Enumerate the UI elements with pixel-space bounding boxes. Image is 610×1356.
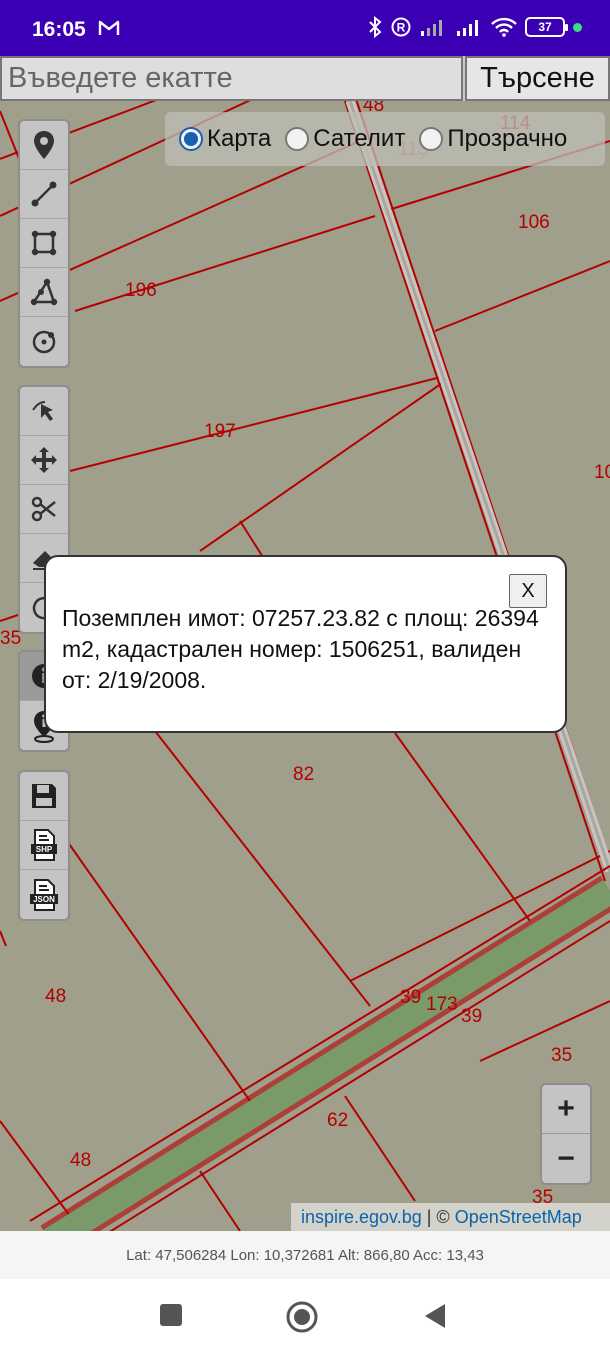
recents-icon[interactable]	[159, 1303, 183, 1327]
svg-text:SHP: SHP	[36, 845, 53, 854]
parcel-label: 173	[426, 994, 458, 1015]
export-toolbar: SHP JSON	[18, 770, 70, 921]
layer-option-map[interactable]: Карта	[179, 125, 271, 153]
svg-text:R: R	[397, 21, 406, 35]
openstreetmap-link[interactable]: OpenStreetMap	[455, 1207, 582, 1228]
json-file-icon: JSON	[30, 878, 58, 911]
zoom-out-button[interactable]: −	[542, 1134, 590, 1183]
parcel-label: 35	[0, 628, 22, 649]
parcel-label: 197	[204, 421, 236, 442]
edit-vertices-icon	[32, 401, 53, 421]
circle-icon	[32, 330, 56, 353]
scissors-icon	[31, 496, 56, 522]
inspire-link[interactable]: inspire.egov.bg	[301, 1207, 422, 1228]
rectangle-icon	[31, 230, 57, 256]
move-tool-button[interactable]	[20, 436, 68, 485]
home-icon[interactable]	[286, 1301, 318, 1333]
privacy-dot	[573, 22, 582, 32]
layer-option-satellite[interactable]: Сателит	[285, 125, 405, 153]
zoom-in-button[interactable]: +	[542, 1085, 590, 1134]
map-attribution: inspire.egov.bg | © OpenStreetMap	[291, 1203, 610, 1231]
layer-option-transparent[interactable]: Прозрачно	[419, 125, 567, 153]
search-row: Търсене	[0, 56, 610, 101]
layer-switcher: Карта Сателит Прозрачно	[165, 112, 605, 166]
parcel-label: 106	[518, 212, 550, 233]
status-time: 16:05	[32, 18, 86, 41]
parcel-label: 39	[461, 1006, 483, 1027]
android-nav-bar	[0, 1279, 610, 1356]
wifi-icon	[491, 17, 517, 37]
gps-coordinates-text: Lat: 47,506284 Lon: 10,372681 Alt: 866,8…	[126, 1246, 484, 1264]
back-icon[interactable]	[423, 1303, 447, 1329]
popup-close-button[interactable]: X	[509, 574, 547, 608]
edit-vertices-button[interactable]	[20, 387, 68, 436]
svg-text:JSON: JSON	[33, 895, 55, 904]
export-shp-button[interactable]: SHP	[20, 821, 68, 870]
ekatte-search-input[interactable]	[0, 56, 463, 101]
parcel-label: 35	[551, 1045, 573, 1066]
cut-tool-button[interactable]	[20, 485, 68, 534]
parcel-label: 196	[125, 280, 157, 301]
popup-text: Поземплен имот: 07257.23.82 с площ: 2639…	[62, 605, 539, 693]
circle-tool-button[interactable]	[20, 317, 68, 366]
parcel-label: 10	[594, 462, 610, 483]
parcel-label: 62	[327, 1110, 349, 1131]
draw-toolbar	[18, 119, 70, 368]
save-button[interactable]	[20, 772, 68, 821]
layer-label-map: Карта	[207, 125, 272, 152]
registered-icon: R	[391, 17, 411, 37]
radio-map[interactable]	[179, 127, 203, 151]
search-button[interactable]: Търсене	[465, 56, 610, 101]
attribution-separator: | ©	[421, 1206, 455, 1227]
parcel-label: 48	[45, 986, 67, 1007]
layer-label-satellite: Сателит	[313, 125, 406, 152]
parcel-label: 48	[70, 1150, 92, 1171]
bluetooth-icon	[369, 16, 382, 38]
parcel-info-popup: X Поземплен имот: 07257.23.82 с площ: 26…	[44, 555, 567, 733]
battery-indicator: 37	[525, 17, 568, 37]
zoom-control: + −	[540, 1083, 592, 1185]
signal-icon-1	[421, 20, 442, 36]
battery-level: 37	[538, 20, 552, 34]
radio-satellite[interactable]	[285, 127, 310, 151]
radio-transparent[interactable]	[419, 127, 444, 151]
gps-coordinates-bar: Lat: 47,506284 Lon: 10,372681 Alt: 866,8…	[0, 1231, 610, 1279]
layer-label-transparent: Прозрачно	[447, 125, 568, 152]
status-bar: 16:05 R 37	[0, 0, 610, 56]
move-arrows-icon	[31, 447, 57, 473]
map-pin-icon	[34, 131, 54, 159]
parcel-label: 39	[400, 987, 422, 1008]
polyline-icon	[31, 181, 57, 207]
signal-icon-2	[457, 20, 478, 36]
status-icons: R 37	[367, 16, 582, 38]
floppy-save-icon	[32, 784, 56, 808]
marker-tool-button[interactable]	[20, 121, 68, 170]
parcel-label: 82	[293, 764, 315, 785]
shp-file-icon: SHP	[31, 829, 57, 861]
polygon-icon	[30, 278, 58, 306]
export-json-button[interactable]: JSON	[20, 870, 68, 919]
line-tool-button[interactable]	[20, 170, 68, 219]
polygon-tool-button[interactable]	[20, 268, 68, 317]
rectangle-tool-button[interactable]	[20, 219, 68, 268]
gmail-icon	[98, 19, 120, 42]
